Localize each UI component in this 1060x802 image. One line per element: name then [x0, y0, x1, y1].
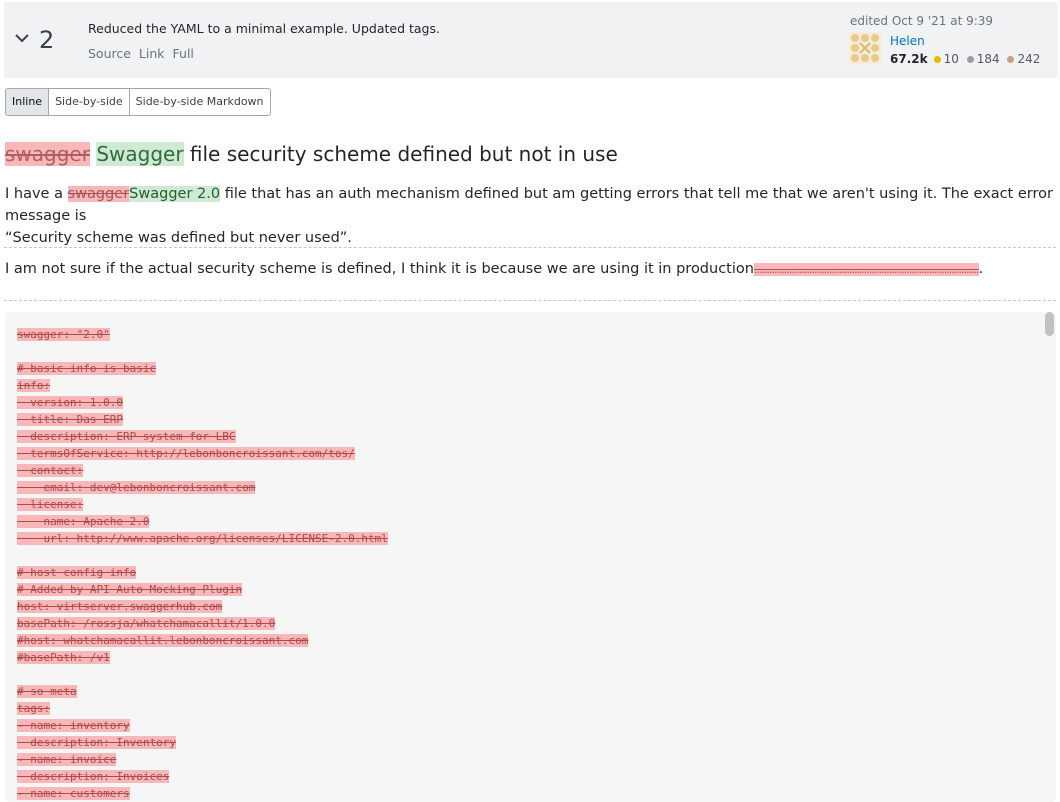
code-line: info: [17, 377, 388, 394]
code-line-deleted: description: Inventory [17, 736, 176, 749]
code-line: basePath: /rossja/whatchamacallit/1.0.0 [17, 615, 388, 632]
para1-inserted: Swagger 2.0 [129, 186, 221, 202]
user-reputation: 67.2k 10 184 242 [890, 52, 1040, 66]
tab-side-by-side[interactable]: Side-by-side [49, 89, 130, 115]
code-line: name: Apache 2.0 [17, 513, 388, 530]
code-line-deleted: version: 1.0.0 [17, 396, 123, 409]
diff-view-tabs: Inline Side-by-side Side-by-side Markdow… [5, 88, 271, 116]
code-line-deleted: contact: [17, 464, 84, 477]
edited-timestamp: edited Oct 9 '21 at 9:39 [850, 14, 994, 28]
para1-line2: “Security scheme was defined but never u… [5, 230, 352, 246]
code-line: termsOfService: http://lebonboncroissant… [17, 445, 388, 462]
full-link[interactable]: Full [173, 46, 194, 61]
chevron-down-icon[interactable] [14, 30, 30, 46]
code-line: description: Inventory [17, 734, 388, 751]
title-rest: file security scheme defined but not in … [183, 142, 618, 166]
code-line: # so meta [17, 683, 388, 700]
title-deleted: swagger [5, 142, 90, 166]
code-lines: swagger: "2.0" # basic info is basic info:… [17, 326, 388, 802]
code-line-deleted: description: ERP system for LBC [17, 430, 236, 443]
revision-number: 2 [39, 26, 55, 54]
code-line-deleted: - name: invoice [17, 753, 117, 766]
revision-links: Source Link Full [88, 46, 198, 61]
code-block: swagger: "2.0" # basic info is basic info:… [5, 312, 1056, 802]
divider [4, 247, 1056, 248]
para1-prefix: I have a [5, 186, 68, 202]
code-line-deleted: host: virtserver.swaggerhub.com [17, 600, 223, 613]
code-line-deleted: #host: whatchamacallit.lebonboncroissant… [17, 634, 309, 647]
divider [4, 300, 1056, 301]
body-paragraph-1: I have a swaggerSwagger 2.0 file that ha… [5, 183, 1055, 249]
para2-end: . [978, 261, 984, 277]
code-line: #host: whatchamacallit.lebonboncroissant… [17, 632, 388, 649]
code-line-deleted: license: [17, 498, 84, 511]
code-line: # host config info [17, 564, 388, 581]
code-line-deleted: basePath: /rossja/whatchamacallit/1.0.0 [17, 617, 276, 630]
scrollbar[interactable] [1045, 312, 1054, 336]
code-line-deleted: swagger: "2.0" [17, 328, 110, 341]
reputation-score: 67.2k [890, 52, 928, 66]
tab-side-by-side-markdown[interactable]: Side-by-side Markdown [130, 89, 270, 115]
body-paragraph-2: I am not sure if the actual security sch… [5, 258, 983, 281]
code-line-deleted: termsOfService: http://lebonboncroissant… [17, 447, 355, 460]
code-line: description: ERP system for LBC [17, 428, 388, 445]
code-line-deleted: info: [17, 379, 51, 392]
silver-count: 184 [976, 52, 1000, 66]
code-line: - name: invoice [17, 751, 388, 768]
code-line-deleted: - name: customers [17, 787, 130, 800]
code-line-deleted: name: Apache 2.0 [17, 515, 150, 528]
code-line: email: dev@lebonboncroissant.com [17, 479, 388, 496]
para2-text: I am not sure if the actual security sch… [5, 261, 754, 277]
code-line: #basePath: /v1 [17, 649, 388, 666]
user-name[interactable]: Helen [890, 34, 925, 48]
code-line: version: 1.0.0 [17, 394, 388, 411]
code-line-deleted: #basePath: /v1 [17, 651, 110, 664]
code-line: license: [17, 496, 388, 513]
revision-comment: Reduced the YAML to a minimal example. U… [88, 21, 440, 36]
code-line: title: Das ERP [17, 411, 388, 428]
code-line: # Added by API Auto Mocking Plugin [17, 581, 388, 598]
code-line-deleted: # host config info [17, 566, 137, 579]
title-inserted: Swagger [96, 142, 184, 166]
tab-inline[interactable]: Inline [6, 89, 50, 115]
code-line-deleted: tags: [17, 702, 51, 715]
code-line: contact: [17, 462, 388, 479]
code-line-deleted: url: http://www.apache.org/licenses/LICE… [17, 532, 388, 545]
code-line-deleted: # so meta [17, 685, 77, 698]
code-line: url: http://www.apache.org/licenses/LICE… [17, 530, 388, 547]
gold-badge-icon [933, 55, 941, 63]
code-line: host: virtserver.swaggerhub.com [17, 598, 388, 615]
code-line: - name: customers [17, 785, 388, 802]
code-line: - name: inventory [17, 717, 388, 734]
para1-deleted: swagger [67, 186, 130, 202]
silver-badge-icon [966, 55, 974, 63]
code-line-deleted: - name: inventory [17, 719, 130, 732]
code-line: description: Invoices [17, 768, 388, 785]
revision-header: 2 Reduced the YAML to a minimal example.… [4, 2, 1058, 78]
code-line-deleted: title: Das ERP [17, 413, 123, 426]
code-line-deleted: email: dev@lebonboncroissant.com [17, 481, 256, 494]
link-link[interactable]: Link [139, 46, 165, 61]
question-title: swagger Swagger file security scheme def… [5, 142, 618, 166]
bronze-badge-icon [1007, 55, 1015, 63]
gold-count: 10 [943, 52, 959, 66]
code-line: swagger: "2.0" [17, 326, 388, 343]
avatar[interactable] [849, 32, 881, 64]
bronze-count: 242 [1017, 52, 1041, 66]
code-line-deleted: # Added by API Auto Mocking Plugin [17, 583, 243, 596]
para2-deleted: ........................................… [753, 263, 980, 276]
code-line-deleted: description: Invoices [17, 770, 170, 783]
code-line-deleted: # basic info is basic [17, 362, 157, 375]
source-link[interactable]: Source [88, 46, 131, 61]
code-line: # basic info is basic [17, 360, 388, 377]
code-line: tags: [17, 700, 388, 717]
